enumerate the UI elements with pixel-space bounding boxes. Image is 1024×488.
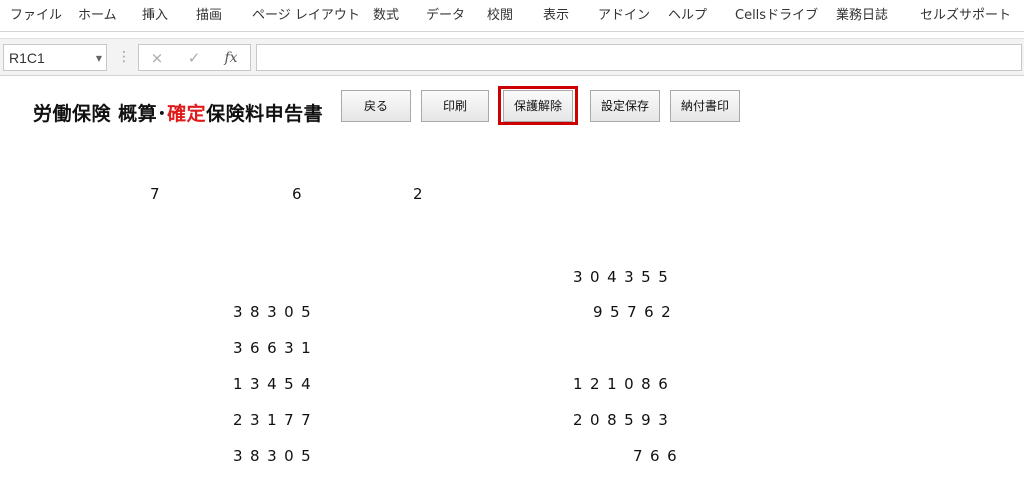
name-box-value: R1C1 (9, 50, 45, 66)
form-title: 労働保険 概算･確定保険料申告書 (33, 99, 323, 126)
print-button[interactable]: 印刷 (421, 90, 489, 122)
cell-left-2[interactable]: 36631 (233, 339, 318, 357)
cell-right-5[interactable]: 766 (633, 447, 684, 465)
cell-date-a[interactable]: 7 (150, 185, 160, 203)
tab-addins[interactable]: アドイン (598, 0, 650, 32)
tab-help[interactable]: ヘルプ (668, 0, 707, 32)
tab-review[interactable]: 校閲 (487, 0, 513, 32)
tab-cells-support[interactable]: セルズサポート (920, 0, 1011, 32)
enter-icon[interactable]: ✓ (182, 45, 206, 72)
cell-right-2[interactable]: 95762 (593, 303, 678, 321)
save-settings-button[interactable]: 設定保存 (590, 90, 660, 122)
tab-draw[interactable]: 描画 (196, 0, 222, 32)
form-title-highlight: 確定 (167, 103, 207, 125)
back-button[interactable]: 戻る (341, 90, 411, 122)
payment-slip-print-button[interactable]: 納付書印 (670, 90, 740, 122)
cell-left-1[interactable]: 38305 (233, 303, 318, 321)
formula-buttons: × ✓ fx (138, 44, 251, 71)
name-box[interactable]: R1C1 ▼ (3, 44, 107, 71)
cell-right-3[interactable]: 121086 (573, 375, 675, 393)
cell-left-5[interactable]: 38305 (233, 447, 318, 465)
highlight-box (498, 86, 578, 125)
tab-cells-drive[interactable]: Cellsドライブ (735, 0, 818, 32)
tab-file[interactable]: ファイル (10, 0, 62, 32)
cell-right-1[interactable]: 304355 (573, 268, 675, 286)
form-title-part2: 保険料申告書 (206, 103, 324, 125)
tab-business-log[interactable]: 業務日誌 (836, 0, 888, 32)
formula-input[interactable] (256, 44, 1022, 71)
insert-function-icon[interactable]: fx (219, 45, 243, 72)
tab-home[interactable]: ホーム (78, 0, 117, 32)
form-title-part1: 労働保険 概算･ (33, 103, 168, 125)
cell-date-b[interactable]: 6 (292, 185, 302, 203)
cell-date-c[interactable]: 2 (413, 185, 423, 203)
tab-data[interactable]: データ (426, 0, 465, 32)
cell-left-3[interactable]: 13454 (233, 375, 318, 393)
tab-insert[interactable]: 挿入 (142, 0, 168, 32)
tab-formulas[interactable]: 数式 (373, 0, 399, 32)
formula-bar: R1C1 ▼ ⋮ × ✓ fx (0, 38, 1024, 76)
chevron-down-icon[interactable]: ▼ (96, 45, 102, 72)
ribbon-tab-bar: ファイル ホーム 挿入 描画 ページ レイアウト 数式 データ 校閲 表示 アド… (0, 0, 1024, 32)
cancel-icon[interactable]: × (145, 45, 169, 72)
cell-left-4[interactable]: 23177 (233, 411, 318, 429)
more-options-icon[interactable]: ⋮ (117, 44, 131, 71)
tab-page-layout[interactable]: ページ レイアウト (252, 0, 360, 32)
tab-view[interactable]: 表示 (543, 0, 569, 32)
cell-right-4[interactable]: 208593 (573, 411, 675, 429)
